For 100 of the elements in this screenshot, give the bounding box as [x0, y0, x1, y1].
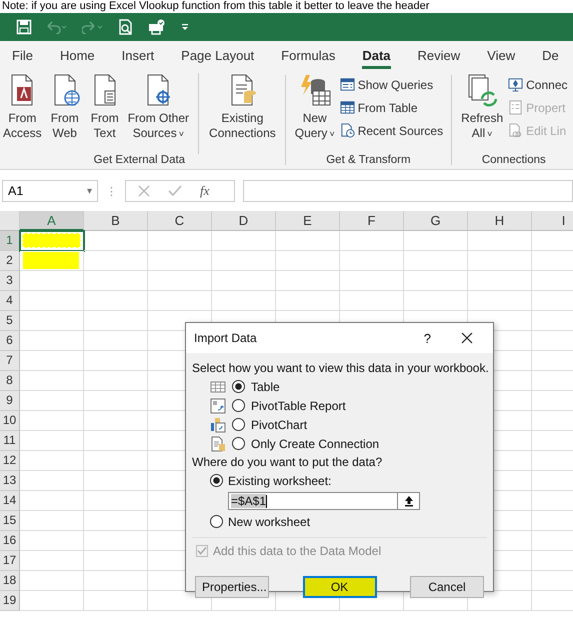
select-all-corner[interactable]: [0, 211, 20, 231]
table-cell[interactable]: [468, 251, 532, 271]
table-cell[interactable]: [148, 231, 212, 251]
column-header[interactable]: B: [84, 211, 148, 231]
close-icon[interactable]: [461, 332, 473, 344]
ribbon-button[interactable]: From Text: [84, 73, 125, 154]
table-cell[interactable]: [20, 391, 84, 411]
table-cell[interactable]: [20, 571, 84, 591]
table-cell[interactable]: [404, 271, 468, 291]
radio-button[interactable]: [232, 399, 245, 412]
row-header[interactable]: 2: [0, 251, 20, 271]
row-header[interactable]: 5: [0, 311, 20, 331]
radio-button[interactable]: [210, 474, 223, 487]
table-cell[interactable]: [84, 331, 148, 351]
name-box[interactable]: A1 ▾: [2, 180, 98, 202]
row-header[interactable]: 11: [0, 431, 20, 451]
table-cell[interactable]: [84, 251, 148, 271]
column-header[interactable]: H: [468, 211, 532, 231]
table-cell[interactable]: [212, 271, 276, 291]
table-cell[interactable]: [84, 571, 148, 591]
table-cell[interactable]: [20, 271, 84, 291]
ribbon-button[interactable]: New Query ˅: [292, 73, 338, 154]
table-cell[interactable]: [84, 291, 148, 311]
ribbon-button[interactable]: From Access: [0, 73, 45, 154]
table-cell[interactable]: [84, 591, 148, 611]
table-cell[interactable]: [84, 231, 148, 251]
cancel-icon[interactable]: [138, 185, 150, 197]
collapse-button[interactable]: [398, 492, 420, 510]
row-header[interactable]: 10: [0, 411, 20, 431]
table-cell[interactable]: [20, 551, 84, 571]
ribbon-tab[interactable]: Insert: [122, 44, 154, 68]
table-cell[interactable]: [468, 271, 532, 291]
row-header[interactable]: 14: [0, 491, 20, 511]
ribbon-button[interactable]: From Web: [44, 73, 85, 154]
table-cell[interactable]: [84, 411, 148, 431]
ribbon-tab[interactable]: File: [12, 44, 33, 68]
table-cell[interactable]: [84, 531, 148, 551]
formula-input[interactable]: [243, 180, 573, 202]
save-icon[interactable]: [16, 19, 32, 35]
customize-icon[interactable]: [180, 22, 190, 32]
table-cell[interactable]: [276, 271, 340, 291]
dialog-button[interactable]: Properties...: [195, 576, 269, 598]
row-header[interactable]: 7: [0, 351, 20, 371]
table-cell[interactable]: [84, 311, 148, 331]
table-cell[interactable]: [20, 471, 84, 491]
ribbon-tab[interactable]: Formulas: [281, 44, 336, 68]
table-cell[interactable]: [20, 371, 84, 391]
table-cell[interactable]: [20, 451, 84, 471]
table-cell[interactable]: [404, 231, 468, 251]
radio-button[interactable]: [232, 418, 245, 431]
table-cell[interactable]: [212, 291, 276, 311]
table-cell[interactable]: [84, 491, 148, 511]
table-cell[interactable]: [148, 271, 212, 291]
column-header[interactable]: G: [404, 211, 468, 231]
radio-button[interactable]: [210, 515, 223, 528]
dialog-button[interactable]: OK: [302, 576, 376, 598]
table-cell[interactable]: [340, 271, 404, 291]
radio-button[interactable]: [232, 380, 245, 393]
table-cell[interactable]: [404, 251, 468, 271]
table-cell[interactable]: [84, 431, 148, 451]
table-cell[interactable]: [20, 591, 84, 611]
table-cell[interactable]: [20, 491, 84, 511]
table-cell[interactable]: [84, 271, 148, 291]
radio-button[interactable]: [232, 437, 245, 450]
ribbon-button[interactable]: Existing Connections: [198, 73, 279, 154]
row-header[interactable]: 8: [0, 371, 20, 391]
ribbon-button[interactable]: Refresh All ˅: [458, 73, 506, 154]
table-cell[interactable]: [84, 551, 148, 571]
table-cell[interactable]: [20, 411, 84, 431]
table-cell[interactable]: [276, 231, 340, 251]
table-cell[interactable]: [84, 371, 148, 391]
table-cell[interactable]: [468, 231, 532, 251]
column-header[interactable]: A: [20, 211, 84, 231]
table-cell[interactable]: [84, 511, 148, 531]
table-cell[interactable]: [340, 291, 404, 311]
row-header[interactable]: 13: [0, 471, 20, 491]
row-header[interactable]: 3: [0, 271, 20, 291]
column-header[interactable]: I: [532, 211, 573, 231]
ribbon-small-button[interactable]: Show Queries: [340, 77, 444, 92]
table-cell[interactable]: [20, 431, 84, 451]
table-cell[interactable]: [20, 231, 84, 251]
column-header[interactable]: E: [276, 211, 340, 231]
table-cell[interactable]: [404, 291, 468, 311]
table-cell[interactable]: [212, 231, 276, 251]
table-cell[interactable]: [276, 251, 340, 271]
table-cell[interactable]: [468, 291, 532, 311]
help-button[interactable]: ?: [424, 330, 431, 346]
table-cell[interactable]: [20, 311, 84, 331]
table-cell[interactable]: [20, 251, 84, 271]
row-header[interactable]: 19: [0, 591, 20, 611]
row-header[interactable]: 1: [0, 231, 20, 251]
check-icon[interactable]: [168, 185, 182, 197]
ribbon-tab[interactable]: View: [487, 44, 516, 68]
table-cell[interactable]: [212, 251, 276, 271]
row-header[interactable]: 12: [0, 451, 20, 471]
printer-icon[interactable]: [148, 19, 166, 35]
table-cell[interactable]: [148, 291, 212, 311]
table-cell[interactable]: [20, 291, 84, 311]
ribbon-tab[interactable]: Review: [418, 44, 460, 68]
dialog-button[interactable]: Cancel: [410, 576, 484, 598]
